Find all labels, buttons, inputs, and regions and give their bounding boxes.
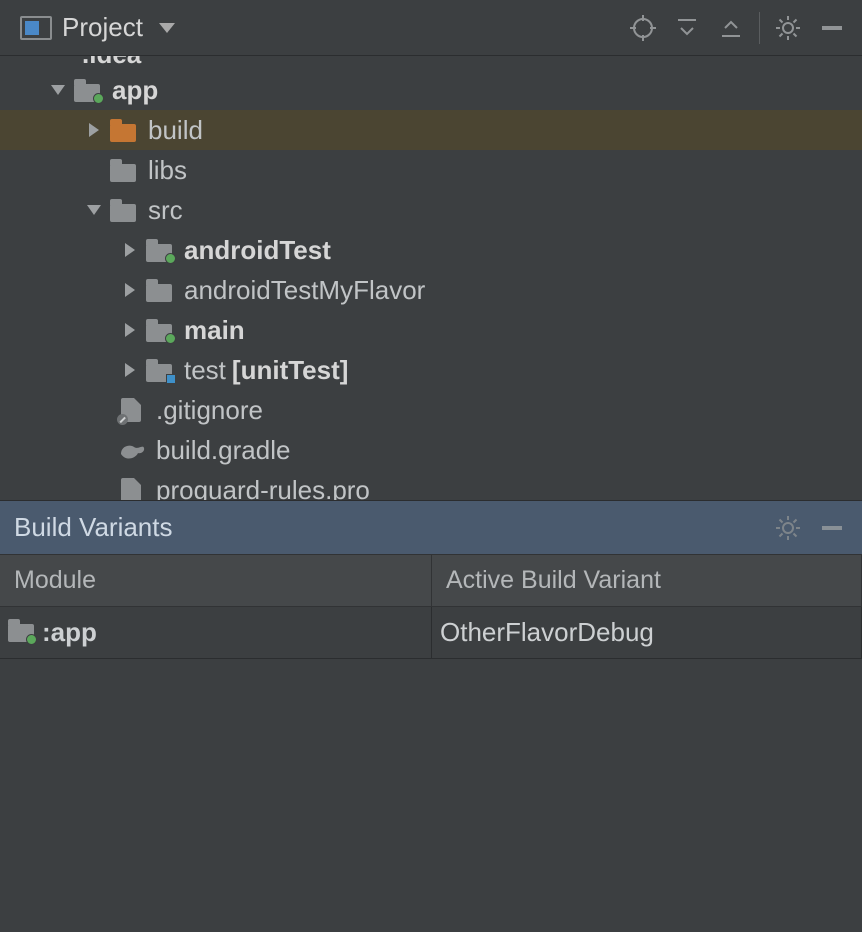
chevron-right-icon[interactable] [118,278,142,302]
tree-item-build[interactable]: build [0,110,862,150]
folder-icon [110,198,138,222]
bv-hide-button[interactable] [810,506,854,550]
module-folder-icon [8,624,34,642]
hide-panel-button[interactable] [810,6,854,50]
variant-name: OtherFlavorDebug [440,617,654,648]
source-folder-icon [146,318,174,342]
module-cell[interactable]: :app [0,607,432,659]
table-row[interactable]: :app OtherFlavorDebug [0,607,862,659]
chevron-right-icon[interactable] [82,118,106,142]
build-variants-table: Module Active Build Variant :app OtherFl… [0,554,862,659]
minimize-icon [819,515,845,541]
settings-button[interactable] [766,6,810,50]
tree-item-app[interactable]: app [0,70,862,110]
collapse-all-button[interactable] [709,6,753,50]
folder-icon [110,118,138,142]
build-variants-empty-area [0,659,862,932]
folder-icon [146,278,174,302]
tree-label: androidTest [184,235,331,266]
project-panel-toolbar: Project [0,0,862,56]
tree-item-proguard[interactable]: proguard-rules.pro [0,470,862,500]
toolbar-separator [759,12,760,44]
tree-label: src [148,195,183,226]
tree-label-aux: [unitTest] [232,355,349,386]
gradle-file-icon [118,438,146,462]
module-folder-icon [74,78,102,102]
collapse-all-icon [719,16,743,40]
tree-item-gitignore[interactable]: .gitignore [0,390,862,430]
tree-item-androidtest[interactable]: androidTest [0,230,862,270]
col-header-module[interactable]: Module [0,555,432,607]
tree-label: proguard-rules.pro [156,475,370,501]
module-name: :app [42,617,97,648]
chevron-right-icon[interactable] [118,358,142,382]
project-view-label: Project [62,12,143,43]
expand-all-button[interactable] [665,6,709,50]
tree-label: androidTestMyFlavor [184,275,425,306]
bv-settings-button[interactable] [766,506,810,550]
test-folder-icon [146,358,174,382]
table-header-row: Module Active Build Variant [0,555,862,607]
chevron-down-icon[interactable] [46,78,70,102]
chevron-right-icon[interactable] [118,318,142,342]
project-view-selector[interactable]: Project [20,12,175,43]
tree-item-src[interactable]: src [0,190,862,230]
gear-icon [775,15,801,41]
source-folder-icon [146,238,174,262]
col-header-variant[interactable]: Active Build Variant [432,555,862,607]
gear-icon [775,515,801,541]
project-icon [20,16,52,40]
expand-all-icon [675,16,699,40]
tree-item-libs[interactable]: libs [0,150,862,190]
variant-cell[interactable]: OtherFlavorDebug [432,607,862,659]
tree-label: .gitignore [156,395,263,426]
tree-item-androidtestmyflavor[interactable]: androidTestMyFlavor [0,270,862,310]
build-variants-title: Build Variants [14,512,173,543]
tree-label: app [112,75,158,106]
tree-item-main[interactable]: main [0,310,862,350]
file-icon [118,478,146,500]
tree-item-test[interactable]: test [unitTest] [0,350,862,390]
folder-icon [110,158,138,182]
tree-item-build-gradle[interactable]: build.gradle [0,430,862,470]
crosshair-icon [630,15,656,41]
tree-label: main [184,315,245,346]
tree-item-clipped[interactable]: .idea [0,56,862,70]
chevron-right-icon[interactable] [118,238,142,262]
tree-label: build.gradle [156,435,290,466]
locate-button[interactable] [621,6,665,50]
tree-label: build [148,115,203,146]
tree-label: test [184,355,226,386]
arrow-placeholder [82,158,106,182]
minimize-icon [819,15,845,41]
tree-label: libs [148,155,187,186]
chevron-down-icon [159,23,175,33]
ignored-file-icon [118,398,146,422]
build-variants-toolbar: Build Variants [0,500,862,554]
project-tree[interactable]: .idea app build libs src androidTest [0,56,862,500]
chevron-down-icon[interactable] [82,198,106,222]
